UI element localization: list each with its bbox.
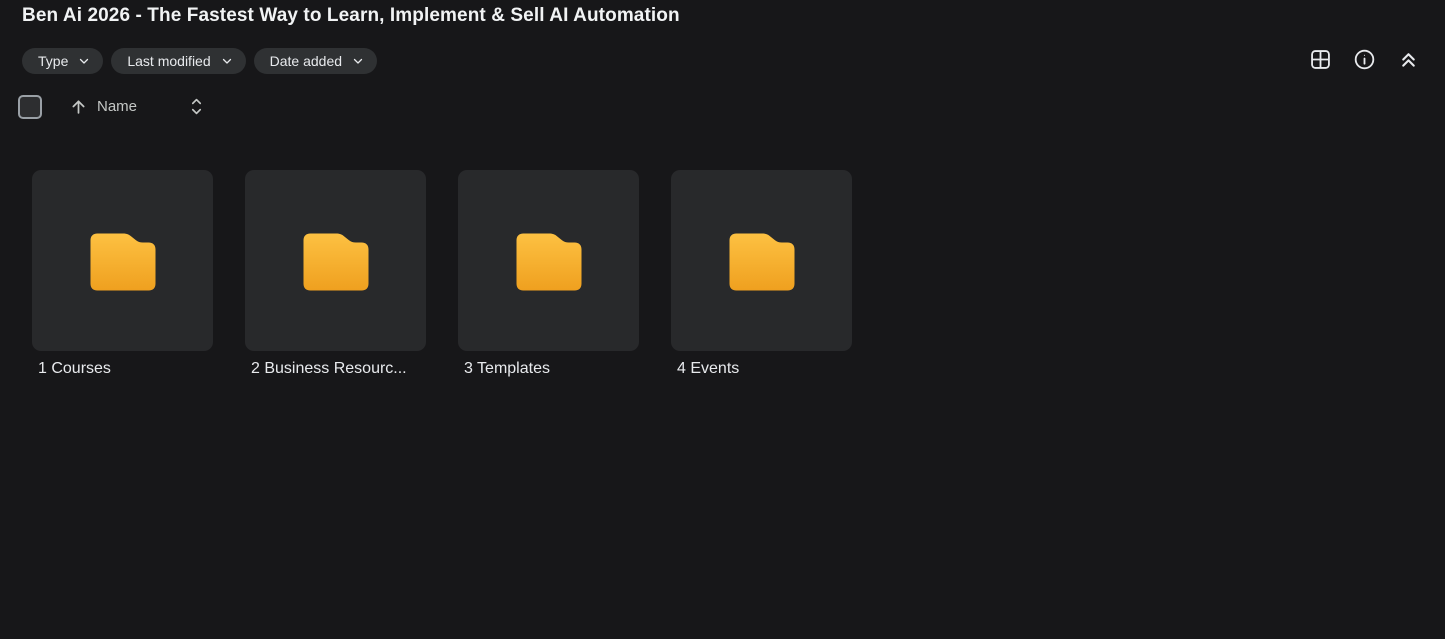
folder-grid: 1 Courses 2 Business Resourc... [32, 170, 852, 378]
date-added-filter-chip[interactable]: Date added [254, 48, 377, 74]
folder-icon [302, 230, 370, 292]
page-title: Ben Ai 2026 - The Fastest Way to Learn, … [22, 5, 680, 27]
folder-card-courses[interactable] [32, 170, 213, 351]
folder-item: 3 Templates [458, 170, 639, 378]
last-modified-filter-label: Last modified [127, 53, 210, 69]
chevron-down-icon [221, 55, 233, 67]
collapse-icon[interactable] [1396, 47, 1421, 72]
folder-item: 4 Events [671, 170, 852, 378]
folder-name: 4 Events [671, 360, 852, 378]
date-added-filter-label: Date added [270, 53, 342, 69]
type-filter-chip[interactable]: Type [22, 48, 103, 74]
type-filter-label: Type [38, 53, 68, 69]
unfold-more-icon[interactable] [189, 97, 204, 116]
folder-icon [89, 230, 157, 292]
sort-row: Name [18, 93, 204, 120]
folder-icon [728, 230, 796, 292]
folder-item: 2 Business Resourc... [245, 170, 426, 378]
sort-ascending-arrow-icon[interactable] [69, 97, 88, 116]
grid-view-icon[interactable] [1308, 47, 1333, 72]
folder-name: 2 Business Resourc... [245, 360, 426, 378]
chevron-down-icon [78, 55, 90, 67]
folder-card-events[interactable] [671, 170, 852, 351]
view-toolbar [1308, 47, 1421, 72]
filter-chips-row: Type Last modified Date added [22, 48, 377, 74]
info-icon[interactable] [1352, 47, 1377, 72]
chevron-down-icon [352, 55, 364, 67]
folder-card-business-resources[interactable] [245, 170, 426, 351]
sort-by-name-button[interactable]: Name [97, 98, 137, 115]
select-all-checkbox[interactable] [18, 95, 42, 119]
folder-name: 1 Courses [32, 360, 213, 378]
folder-icon [515, 230, 583, 292]
folder-card-templates[interactable] [458, 170, 639, 351]
last-modified-filter-chip[interactable]: Last modified [111, 48, 245, 74]
folder-item: 1 Courses [32, 170, 213, 378]
folder-name: 3 Templates [458, 360, 639, 378]
